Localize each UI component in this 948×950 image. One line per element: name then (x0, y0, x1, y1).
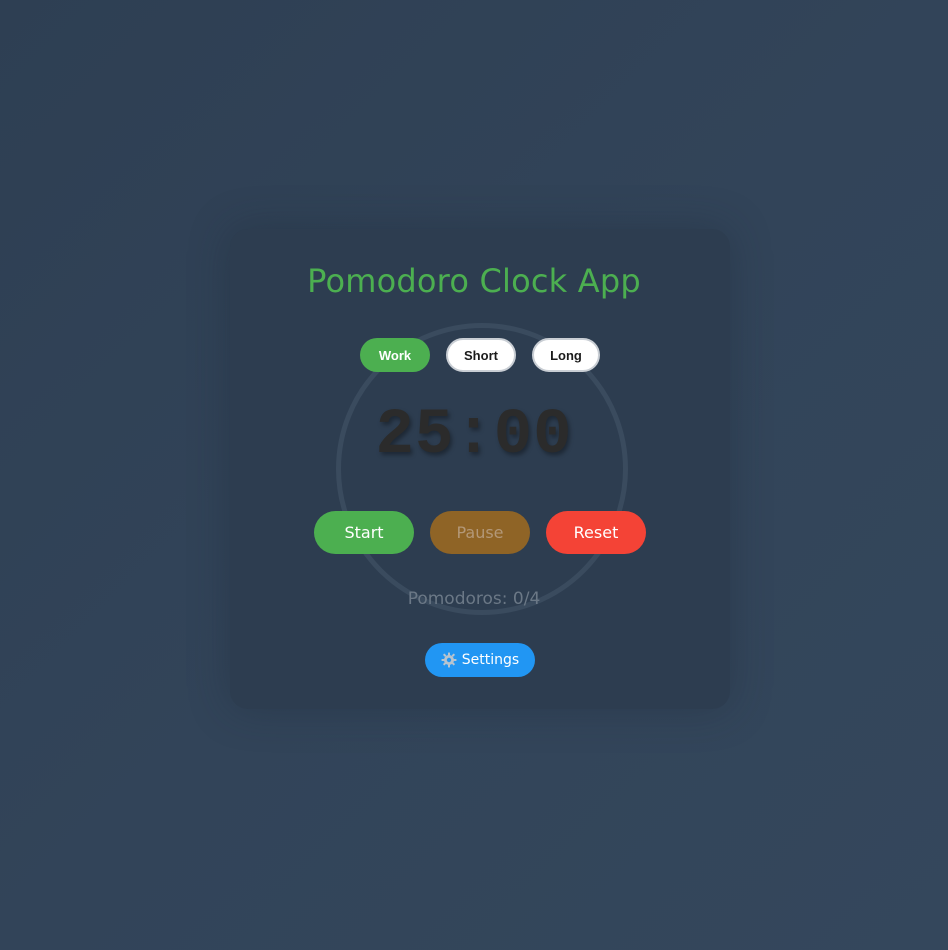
mode-short-button[interactable]: Short (446, 338, 516, 372)
mode-work-button[interactable]: Work (360, 338, 430, 372)
reset-button[interactable]: Reset (546, 511, 646, 554)
timer-display: 25:00 (375, 400, 573, 472)
pause-button[interactable]: Pause (430, 511, 530, 554)
settings-button[interactable]: Settings (425, 643, 535, 677)
pomodoro-counter: Pomodoros: 0/4 (407, 589, 541, 609)
mode-long-button[interactable]: Long (532, 338, 600, 372)
settings-label: Settings (461, 652, 520, 668)
gear-icon (441, 652, 457, 668)
app-title: Pomodoro Clock App (307, 262, 641, 300)
start-button[interactable]: Start (314, 511, 414, 554)
